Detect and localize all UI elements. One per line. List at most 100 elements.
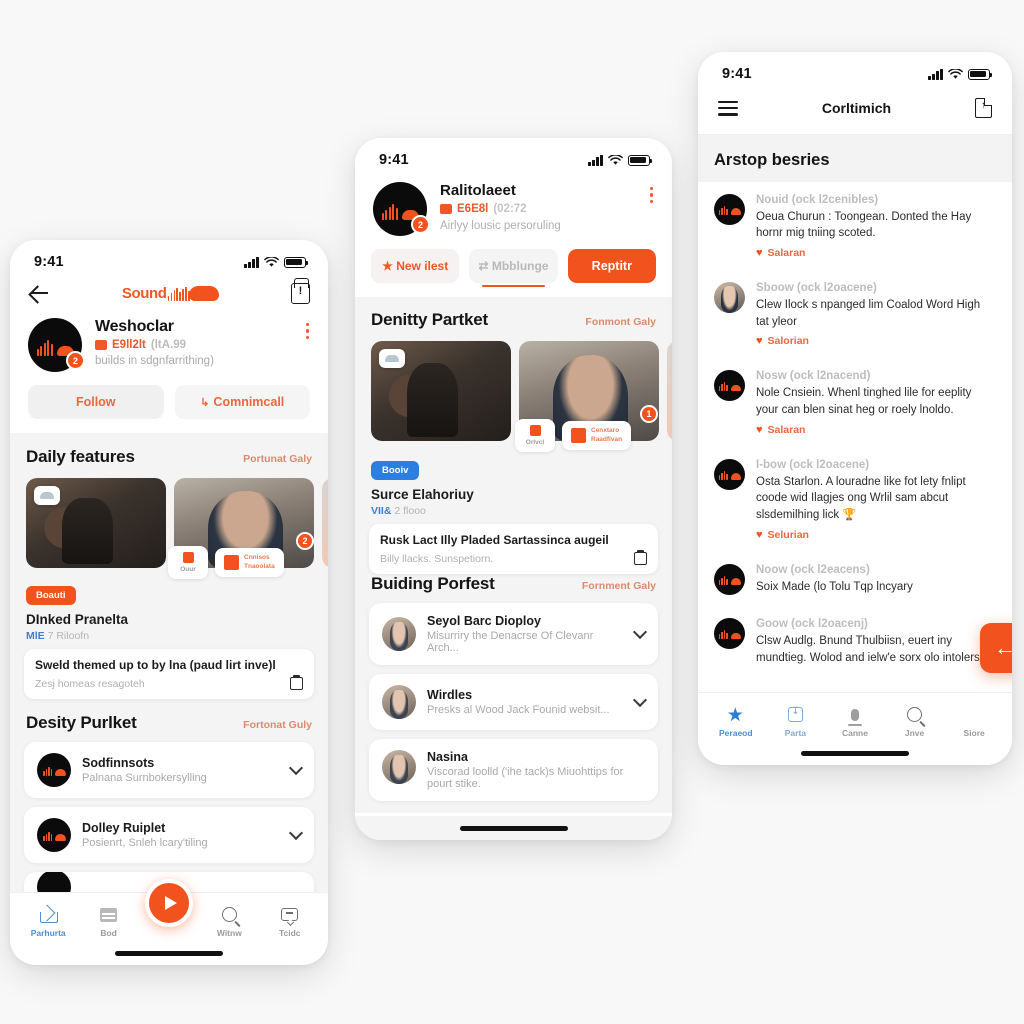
tab-canne[interactable]: Canne [828, 705, 882, 738]
comment-meta: (ock l2eacens) [790, 563, 870, 576]
list-item[interactable]: Sodfinnsots Palnana Surnbokersylling [24, 742, 314, 798]
featured-meta-text: VII& 2 flooo [371, 505, 656, 517]
comment-text: Oeua Churun : Toongean. Donted the Hay h… [756, 210, 972, 240]
section-title: Buiding Porfest [371, 574, 495, 593]
share-icon[interactable] [974, 98, 992, 119]
meta-bold: MlE [26, 630, 45, 642]
tab-jnve[interactable]: Jnve [888, 705, 942, 738]
strip-subtitle: Billy llacks. Sunspetiorn. [380, 552, 494, 565]
avatar [714, 193, 745, 225]
meta-rest: 7 Riloofn [47, 630, 90, 642]
bag-icon[interactable] [634, 550, 647, 565]
notification-tag-icon[interactable] [290, 282, 310, 304]
chip-icon [529, 425, 541, 436]
chip-label: Orlvcl [525, 439, 545, 446]
section-link[interactable]: Fortonat Guly [243, 719, 312, 731]
tab-chat[interactable]: Tcidc [263, 905, 317, 938]
chip-badge: 1 [640, 405, 658, 423]
denitty-partket-section: Denitty Partket Fonmont Galy Orlvcl Cenx… [355, 310, 672, 574]
tab-newest[interactable]: ★ New ilest [371, 249, 460, 283]
comment-action[interactable]: ♥ Selurian [756, 529, 996, 541]
comment-item[interactable]: Nosw (ock l2nacend) Nole Cnsiein. Whenl … [698, 358, 1012, 446]
comment-action[interactable]: ♥ Salaran [756, 424, 996, 436]
chevron-down-icon[interactable] [632, 624, 648, 640]
more-options-icon[interactable] [306, 318, 310, 340]
home-indicator [801, 751, 909, 756]
list-item[interactable]: Nasina Viscorad loolld ('ihe tack)s Miuo… [369, 739, 658, 801]
comment-button[interactable]: ↳ Comnimcall [174, 385, 310, 419]
chip-wide[interactable]: Cenxtaro Raadfivan [562, 421, 632, 450]
feed-header: 2 Ralitolaeet E6E8l (02:72 Airlyy lousic… [355, 174, 672, 236]
media-thumbnail [371, 341, 511, 441]
heart-icon: ♥ [756, 335, 763, 348]
list-item[interactable]: Seyol Barc Dioploy Misurriry the Denacrs… [369, 603, 658, 665]
chevron-down-icon[interactable] [288, 825, 304, 841]
comment-item[interactable]: Goow (ock l2oacenj) Clsw Audlg. Bnund Th… [698, 606, 1012, 664]
media-card-1[interactable] [26, 478, 166, 568]
media-card-1[interactable] [371, 341, 511, 441]
follow-button[interactable]: Follow [28, 385, 164, 419]
cards-icon [100, 907, 118, 922]
section-link[interactable]: Fornment Galy [582, 580, 656, 592]
comments-scroll-body[interactable]: Arstop besries Nouid (ock l2cenibles) Oe… [698, 134, 1012, 665]
chip-wide[interactable]: Cnnisos Tnaoolata [215, 548, 284, 577]
tab-peraeod[interactable]: ★ Peraeod [709, 705, 763, 739]
section-link[interactable]: Fonmont Galy [585, 316, 656, 328]
avatar[interactable]: 2 [28, 318, 85, 372]
comment-item[interactable]: Nouid (ock l2cenibles) Oeua Churun : Too… [698, 182, 1012, 270]
section-header: Denitty Partket Fonmont Galy [355, 310, 672, 330]
hamburger-icon[interactable] [718, 97, 738, 120]
comment-item[interactable]: I-bow (ock l2oacene) Osta Starlon. A lou… [698, 447, 1012, 552]
tab-siore[interactable]: Siore [947, 705, 1001, 738]
primary-action-button[interactable]: Reptitr [567, 249, 656, 283]
desity-purlket-section: Desity Purlket Fortonat Guly Sodfinnsots… [10, 713, 328, 902]
bag-icon[interactable] [290, 675, 303, 690]
list-item-subtitle: Palnana Surnbokersylling [82, 772, 207, 784]
comment-action[interactable]: ♥ Salorian [756, 335, 996, 347]
profile-description: Airlyy lousic persoruling [440, 220, 561, 232]
status-bar: 9:41 [698, 52, 1012, 88]
bottom-tab-bar: ★ Peraeod Parta Canne Jnve Siore [698, 692, 1012, 765]
square-download-icon [787, 706, 803, 722]
profile-description: builds in sdgnfarrithing) [95, 355, 214, 367]
tab-middle[interactable]: ⇄ Mbblunge [469, 249, 558, 287]
comment-action[interactable]: ♥ Salaran [756, 247, 996, 259]
featured-strip[interactable]: Sweld themed up to by lna (paud lirt inv… [24, 649, 314, 699]
tab-label: Parhurta [30, 928, 66, 938]
chip-small[interactable]: Orlvcl [515, 419, 555, 452]
chevron-down-icon[interactable] [632, 692, 648, 708]
tab-search[interactable]: Witnw [202, 905, 256, 938]
featured-meta: Boauti DInked Pranelta MlE 7 Riloofn [10, 579, 328, 642]
status-time: 9:41 [379, 152, 409, 168]
comment-item[interactable]: Sboow (ock l2oacene) Clew Ilock s npange… [698, 270, 1012, 358]
chip-icon [571, 428, 586, 443]
section-link[interactable]: Portunat Galy [243, 453, 312, 465]
comment-author: Nosw [756, 370, 787, 383]
page-title: Corltimich [821, 100, 892, 117]
tab-cards[interactable]: Bod [82, 905, 136, 938]
chip-small[interactable]: Ouur [168, 546, 208, 579]
list-item[interactable]: Dolley Ruiplet Posienrt, Snleh lcary'til… [24, 807, 314, 863]
profile-scroll-body[interactable]: Daily features Portunat Galy Ouur Cnniso… [10, 433, 328, 903]
comments-navbar: Corltimich [698, 88, 1012, 135]
chip-icon [182, 552, 194, 563]
list-item[interactable]: Wirdles Presks al Wood Jack Founid websi… [369, 674, 658, 730]
cellular-signal-icon [928, 68, 943, 80]
more-options-icon[interactable] [650, 182, 654, 204]
featured-strip[interactable]: Rusk Lact Illy Pladed Sartassinca augeil… [369, 524, 658, 574]
feed-scroll-body[interactable]: Denitty Partket Fonmont Galy Orlvcl Cenx… [355, 297, 672, 813]
avatar[interactable]: 2 [373, 182, 430, 236]
profile-header: 2 Weshoclar E9ll2lt (ltA.99 builds in sd… [10, 312, 328, 372]
comment-author: Noow [756, 563, 788, 576]
comment-meta: (ock l2cenibles) [791, 193, 879, 206]
wifi-icon [948, 68, 963, 79]
tab-home[interactable]: Parhurta [21, 905, 75, 938]
back-arrow-icon[interactable] [28, 282, 50, 304]
back-fab-button[interactable]: ← [980, 623, 1012, 673]
home-bar-area [355, 816, 672, 840]
tab-parta[interactable]: Parta [768, 705, 822, 738]
comment-item[interactable]: Noow (ock l2eacens) Soix Made (lo Tolu T… [698, 552, 1012, 607]
list-item-title: Seyol Barc Dioploy [427, 614, 541, 628]
chevron-down-icon[interactable] [288, 760, 304, 776]
status-indicators [244, 256, 309, 268]
